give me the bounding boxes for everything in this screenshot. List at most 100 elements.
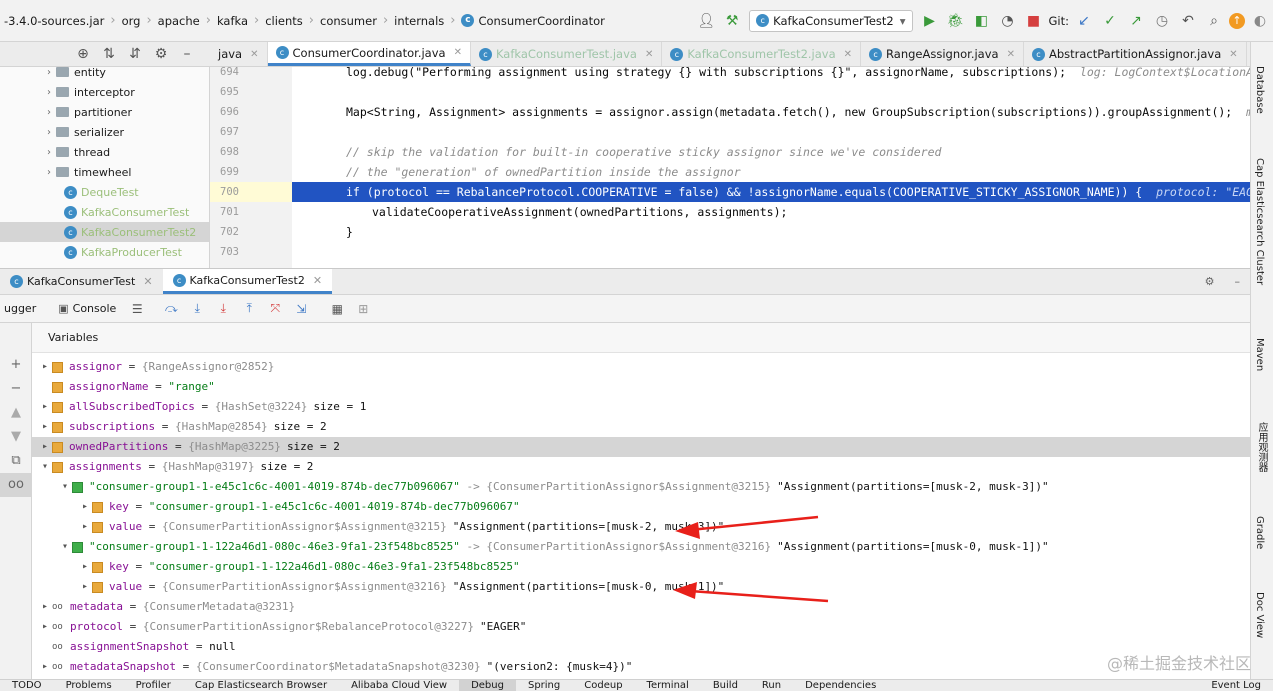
tool-build[interactable]: Build [701,680,750,691]
user-icon[interactable]: 👤︎ [695,10,717,32]
code-line-699[interactable]: // the "generation" of ownedPartition in… [292,162,1250,182]
tool-dependencies[interactable]: Dependencies [793,680,888,691]
variable-row[interactable]: ▸ oo metadataSnapshot = {ConsumerCoordinat… [32,657,1250,677]
tab-consumer-coordinator[interactable]: c ConsumerCoordinator.java ✕ [267,42,471,66]
chevron-right-icon[interactable]: › [42,87,56,98]
coverage-icon[interactable]: ◧ [971,10,993,32]
variable-row[interactable]: ▾ assignments = {HashMap@3197} size = 2 [32,457,1250,477]
minimize-icon[interactable]: – [1225,269,1251,294]
settings-icon[interactable]: ◐ [1249,10,1271,32]
chevron-right-icon[interactable]: › [42,107,56,118]
move-up-icon[interactable]: ▲ [0,401,32,425]
history-icon[interactable]: ◷ [1151,10,1173,32]
breadcrumb-kafka[interactable]: kafka [213,0,252,42]
chevron-right-icon[interactable]: › [42,127,56,138]
tool-codeup[interactable]: Codeup [572,680,634,691]
tree-item-serializer[interactable]: › serializer [0,122,209,142]
search-icon[interactable]: ⌕ [1203,10,1225,32]
remove-watch-icon[interactable]: − [0,377,32,401]
tab-console[interactable]: Console [69,302,125,315]
run-icon[interactable]: ▶ [919,10,941,32]
tool-terminal[interactable]: Terminal [635,680,701,691]
tab-java[interactable]: java ✕ [210,42,268,66]
variable-row[interactable]: ▸ key = "consumer-group1-1-e45c1c6c-4001-… [32,497,1250,517]
close-icon[interactable]: ✕ [313,274,322,287]
move-down-icon[interactable]: ▼ [0,425,32,449]
tab-debug-kafka-consumer-test2[interactable]: c KafkaConsumerTest2 ✕ [162,269,333,294]
locate-icon[interactable]: ⊕ [72,43,94,65]
variable-row[interactable]: ▸ allSubscribedTopics = {HashSet@3224} siz… [32,397,1250,417]
code-line-703[interactable] [292,242,1250,262]
tool-problems[interactable]: Problems [54,680,124,691]
trace-icon[interactable]: ⊞ [354,302,372,316]
run-configuration-select[interactable]: c KafkaConsumerTest2 ▾ [749,9,913,32]
tree-item-dequetest[interactable]: c DequeTest [0,182,209,202]
gear-icon[interactable]: ⚙ [150,43,172,65]
chevron-right-icon[interactable]: › [42,167,56,178]
code-line-697[interactable] [292,122,1250,142]
breadcrumb-internals[interactable]: internals [390,0,448,42]
tool-todo[interactable]: TODO [0,680,54,691]
chevron-right-icon[interactable]: ▸ [38,617,52,637]
variable-row[interactable]: ▸ oo metadata = {ConsumerMetadata@3231} [32,597,1250,617]
variable-row[interactable]: ▸ ownedPartitions = {HashMap@3225} size = … [32,437,1250,457]
chevron-right-icon[interactable]: ▸ [38,657,52,677]
variable-row[interactable]: ▸ oo protocol = {ConsumerPartitionAssignor… [32,617,1250,637]
chevron-right-icon[interactable]: ▸ [78,517,92,537]
copy-icon[interactable]: ⧉ [0,449,32,473]
tool-debug[interactable]: Debug [459,680,516,691]
variable-row[interactable]: ▸ key = "consumer-group1-1-122a46d1-080c-… [32,557,1250,577]
tool-alibaba-cloud-view[interactable]: Alibaba Cloud View [339,680,459,691]
variable-row[interactable]: ▸ value = {ConsumerPartitionAssignor$Assi… [32,577,1250,597]
stop-icon[interactable]: ■ [1023,10,1045,32]
tool-window-gradle[interactable]: Gradle [1254,516,1265,549]
step-out-icon[interactable]: ⤒ [240,301,258,316]
close-icon[interactable]: ✕ [844,49,852,60]
glasses-icon[interactable]: oo [0,473,32,497]
chevron-down-icon[interactable]: ▾ [58,477,72,497]
variable-row[interactable]: oo assignmentSnapshot = null [32,637,1250,657]
tree-item-kafkaconsumertest2[interactable]: c KafkaConsumerTest2 [0,222,209,242]
tree-item-partitioner[interactable]: › partitioner [0,102,209,122]
tab-kafka-consumer-test2[interactable]: c KafkaConsumerTest2.java ✕ [662,42,862,66]
chevron-right-icon[interactable]: ▸ [38,357,52,377]
step-over-icon[interactable]: ⤼ [162,301,180,316]
chevron-right-icon[interactable]: ▸ [78,497,92,517]
git-update-icon[interactable]: ↙ [1073,10,1095,32]
rollback-icon[interactable]: ↶ [1177,10,1199,32]
breadcrumb-jar[interactable]: -3.4.0-sources.jar [0,0,108,42]
breadcrumb-clients[interactable]: clients [261,0,307,42]
code-line-701[interactable]: validateCooperativeAssignment(ownedParti… [292,202,1250,222]
close-icon[interactable]: ✕ [1229,49,1237,60]
menu-icon[interactable]: ☰ [128,302,146,316]
chevron-right-icon[interactable]: ▸ [38,417,52,437]
gear-icon[interactable]: ⚙ [1195,269,1225,294]
variable-row[interactable]: ▸ assignor = {RangeAssignor@2852} [32,357,1250,377]
close-icon[interactable]: ✕ [1007,49,1015,60]
update-icon[interactable]: ↑ [1229,12,1245,29]
chevron-right-icon[interactable]: ▸ [38,397,52,417]
tree-item-timewheel[interactable]: › timewheel [0,162,209,182]
git-push-icon[interactable]: ↗ [1125,10,1147,32]
tree-item-interceptor[interactable]: › interceptor [0,82,209,102]
tree-item-kafkaconsumertest[interactable]: c KafkaConsumerTest [0,202,209,222]
tab-range-assignor[interactable]: c RangeAssignor.java ✕ [861,42,1024,66]
collapse-all-icon[interactable]: ⇵ [124,43,146,65]
step-into-icon[interactable]: ⤓ [188,301,206,316]
debug-icon[interactable]: 🐞︎ [945,10,967,32]
breadcrumb-org[interactable]: org [118,0,145,42]
tool-profiler[interactable]: Profiler [124,680,183,691]
code-line-694[interactable]: log.debug("Performing assignment using s… [292,67,1250,82]
tool-window-maven[interactable]: Maven [1254,338,1265,371]
breadcrumb-apache[interactable]: apache [154,0,204,42]
build-hammer-icon[interactable]: ⚒ [721,10,743,32]
evaluate-icon[interactable]: ▦ [328,302,346,316]
add-watch-icon[interactable]: + [0,353,32,377]
run-to-cursor-icon[interactable]: ⇲ [292,302,310,316]
tool-window-doc-view[interactable]: Doc View [1254,592,1265,638]
variable-row[interactable]: ▾ "consumer-group1-1-122a46d1-080c-46e3-9… [32,537,1250,557]
tool-elasticsearch-browser[interactable]: Cap Elasticsearch Browser [183,680,339,691]
variable-row[interactable]: ▸ value = {ConsumerPartitionAssignor$Assi… [32,517,1250,537]
close-icon[interactable]: ✕ [454,47,462,58]
tab-kafka-consumer-test[interactable]: c KafkaConsumerTest.java ✕ [471,42,663,66]
